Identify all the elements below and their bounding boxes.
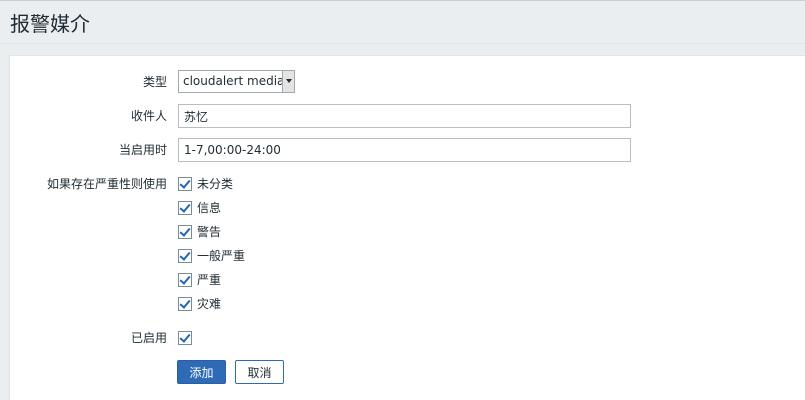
checkbox-checked-icon[interactable] [178, 273, 192, 287]
checkbox-checked-icon[interactable] [178, 177, 192, 191]
checkbox-checked-icon[interactable] [178, 297, 192, 311]
severity-option-label: 警告 [197, 225, 222, 239]
severity-option-label: 未分类 [197, 177, 234, 191]
severity-option-warning[interactable]: 警告 [178, 224, 221, 240]
severity-option-disaster[interactable]: 灾难 [178, 296, 221, 312]
severity-label: 如果存在严重性则使用 [46, 177, 167, 191]
recipient-input[interactable] [178, 104, 631, 128]
severity-option-label: 灾难 [197, 297, 222, 311]
enabled-toggle[interactable] [178, 330, 192, 346]
recipient-label: 收件人 [130, 109, 167, 123]
severity-option-label: 严重 [197, 273, 222, 287]
chevron-down-icon [282, 71, 294, 92]
severity-option-high[interactable]: 严重 [178, 272, 221, 288]
media-form-panel: 类型 cloudalert media 收件人 当启用时 如果存在严重性则使用 … [9, 55, 805, 400]
when-active-input[interactable] [178, 138, 631, 162]
severity-option-label: 信息 [197, 201, 222, 215]
type-label: 类型 [142, 75, 167, 89]
type-select[interactable]: cloudalert media [178, 70, 295, 93]
severity-option-average[interactable]: 一般严重 [178, 248, 245, 264]
checkbox-checked-icon[interactable] [178, 225, 192, 239]
type-select-value: cloudalert media [183, 74, 285, 88]
title-divider [0, 43, 805, 44]
checkbox-checked-icon[interactable] [178, 331, 192, 345]
cancel-button[interactable]: 取消 [235, 360, 284, 384]
checkbox-checked-icon[interactable] [178, 249, 192, 263]
top-divider [0, 0, 805, 1]
when-active-label: 当启用时 [118, 143, 167, 157]
severity-option-not-classified[interactable]: 未分类 [178, 176, 233, 192]
add-button[interactable]: 添加 [177, 360, 226, 384]
severity-option-label: 一般严重 [197, 249, 246, 263]
page: 报警媒介 类型 cloudalert media 收件人 当启用时 如果存在严重… [0, 0, 805, 400]
enabled-label: 已启用 [130, 331, 167, 345]
page-title: 报警媒介 [10, 12, 90, 36]
severity-option-information[interactable]: 信息 [178, 200, 221, 216]
checkbox-checked-icon[interactable] [178, 201, 192, 215]
